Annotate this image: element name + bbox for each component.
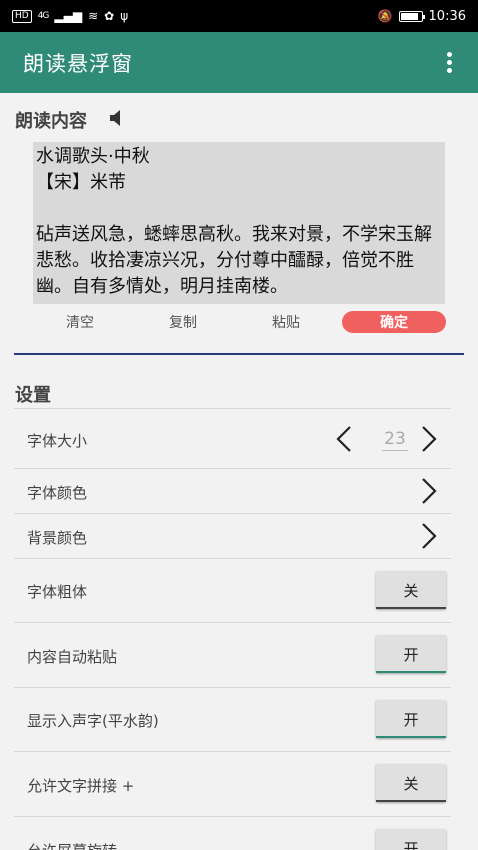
bold-toggle-button[interactable]: 关: [376, 571, 446, 609]
setting-bold: 字体粗体 关: [14, 558, 451, 622]
settings-title: 设置: [15, 385, 51, 406]
allow-concat-label: 允许文字拼接 +: [27, 777, 135, 795]
mute-bell-icon: 🔕: [377, 9, 393, 23]
setting-font-color[interactable]: 字体颜色: [14, 468, 451, 513]
status-left: HD 4G ▂▄▆ ≋ ✿ ψ: [12, 9, 128, 23]
status-bar: HD 4G ▂▄▆ ≋ ✿ ψ 🔕 10:36: [0, 0, 478, 32]
setting-bg-color[interactable]: 背景颜色: [14, 513, 451, 558]
font-color-label: 字体颜色: [27, 484, 88, 502]
setting-font-size: 字体大小 23: [14, 408, 451, 468]
status-right: 🔕 10:36: [378, 9, 466, 24]
battery-fill: [400, 12, 418, 20]
cell-signal-icon: 4G: [37, 11, 50, 21]
setting-allow-rotate: 允许屏幕旋转 开: [14, 816, 451, 850]
setting-show-rusheng: 显示入声字(平水韵) 开: [14, 687, 451, 751]
clock: 10:36: [428, 8, 466, 24]
overflow-menu-icon[interactable]: [444, 52, 454, 73]
chevron-right-icon[interactable]: [419, 522, 439, 554]
app-title: 朗读悬浮窗: [23, 51, 133, 76]
paste-button[interactable]: 粘贴: [272, 312, 300, 332]
section-divider: [14, 353, 464, 355]
clear-button[interactable]: 清空: [66, 312, 94, 332]
setting-auto-paste: 内容自动粘贴 开: [14, 622, 451, 687]
read-content-textarea[interactable]: 水调歌头·中秋 【宋】米芾 砧声送风急，蟋蟀思高秋。我来对景，不学宋玉解悲愁。收…: [33, 142, 445, 304]
usb-icon: ψ: [120, 9, 129, 23]
chevron-right-icon[interactable]: [419, 425, 439, 457]
settings-list: 字体大小 23 字体颜色 背景颜色 字体粗体 关 内容自动粘贴 开 显示入声字(…: [14, 408, 451, 850]
auto-paste-label: 内容自动粘贴: [27, 648, 118, 666]
settings-title-row: 设置: [15, 381, 51, 407]
action-row: 清空 复制 粘贴 确定: [14, 310, 464, 334]
allow-rotate-toggle-button[interactable]: 开: [376, 829, 446, 850]
wifi-icon: ≋: [88, 9, 99, 23]
chevron-left-icon[interactable]: [334, 425, 354, 457]
allow-rotate-label: 允许屏幕旋转: [27, 840, 117, 850]
font-size-label: 字体大小: [27, 432, 88, 450]
app-notification-icon: ✿: [104, 9, 115, 23]
setting-allow-concat: 允许文字拼接 + 关: [14, 751, 451, 816]
copy-button[interactable]: 复制: [169, 312, 197, 332]
read-section-title-row: 朗读内容: [15, 107, 125, 133]
auto-paste-toggle-button[interactable]: 开: [376, 635, 446, 673]
bold-label: 字体粗体: [27, 583, 88, 601]
speaker-icon[interactable]: [109, 109, 125, 132]
battery-icon: [398, 10, 425, 22]
bg-color-label: 背景颜色: [27, 529, 88, 547]
font-size-value[interactable]: 23: [382, 429, 408, 451]
allow-concat-toggle-button[interactable]: 关: [376, 764, 446, 802]
app-bar: 朗读悬浮窗: [0, 32, 478, 93]
signal-bars-icon: ▂▄▆: [54, 9, 83, 23]
hd-badge: HD: [12, 9, 32, 23]
confirm-button[interactable]: 确定: [342, 311, 446, 333]
read-section-title: 朗读内容: [15, 111, 87, 132]
chevron-right-icon[interactable]: [419, 477, 439, 509]
show-rusheng-label: 显示入声字(平水韵): [27, 712, 159, 730]
show-rusheng-toggle-button[interactable]: 开: [376, 700, 446, 738]
